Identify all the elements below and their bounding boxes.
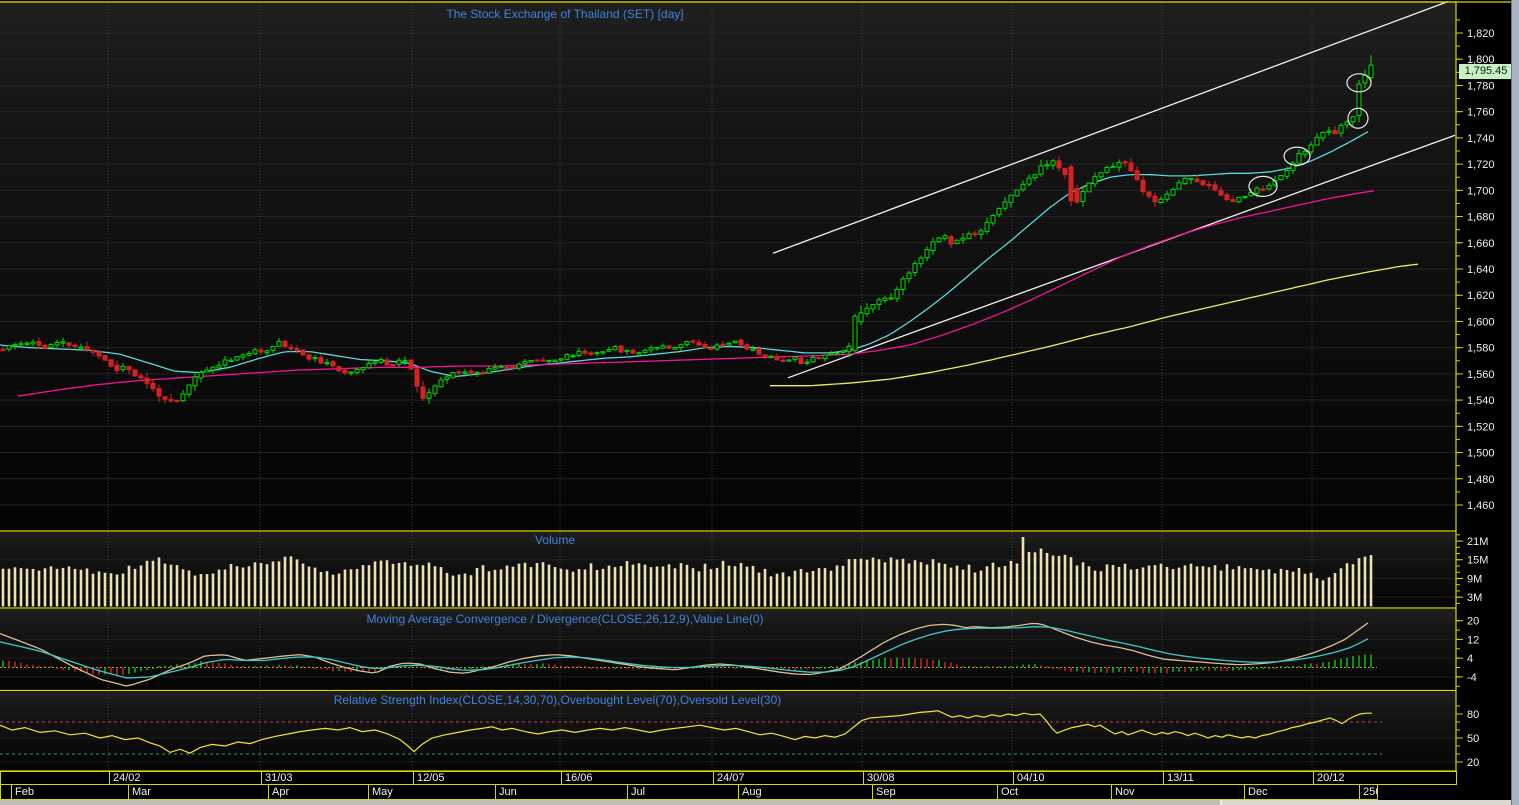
axis-tick-label: 1,660 (1467, 238, 1495, 250)
date-tick-cell: 31/03 (261, 772, 413, 784)
last-price-tag: 1,795.45 (1459, 64, 1513, 79)
axis-tick-label: 50 (1467, 733, 1479, 745)
axis-tick-label: 1,820 (1467, 28, 1495, 40)
month-cell: Oct (997, 785, 1111, 799)
date-axis-row: 24/02 31/03 12/05 16/06 24/07 30/08 04/10 13/11… (0, 771, 1457, 785)
horizontal-scrollbar[interactable] (0, 800, 1519, 805)
axis-tick-label: 1,720 (1467, 159, 1495, 171)
date-tick-cell: 04/10 (1013, 772, 1163, 784)
date-tick-cell: 30/08 (863, 772, 1013, 784)
axis-tick-label: 1,640 (1467, 264, 1495, 276)
date-tick-cell: 16/06 (561, 772, 713, 784)
month-cell: 2561 (1359, 785, 1378, 799)
month-cell: Jul (627, 785, 738, 799)
axis-tick-label: 80 (1467, 709, 1479, 721)
month-cell: Sep (872, 785, 997, 799)
stock-chart-window: 1,820 1,800 1,780 1,760 1,740 1,720 1,700 1,680… (0, 0, 1519, 805)
axis-tick-label: 1,520 (1467, 421, 1495, 433)
month-cell: Feb (11, 785, 128, 799)
axis-tick-label: 1,560 (1467, 369, 1495, 381)
month-cell: Apr (268, 785, 368, 799)
axis-tick-label: 1,580 (1467, 343, 1495, 355)
panel-backgrounds (0, 3, 1456, 771)
axis-tick-label: 1,700 (1467, 185, 1495, 197)
axis-tick-label: 9M (1467, 573, 1482, 585)
axis-tick-label: 20 (1467, 757, 1479, 769)
axis-tick-label: 4 (1467, 653, 1473, 665)
axis-tick-label: 1,500 (1467, 448, 1495, 460)
axis-tick-label: 1,460 (1467, 500, 1495, 512)
month-cell: Nov (1111, 785, 1244, 799)
axis-tick-label: 1,760 (1467, 107, 1495, 119)
axis-tick-label: 1,540 (1467, 395, 1495, 407)
horizontal-scrollbar-thumb[interactable] (0, 800, 1222, 805)
date-tick-cell: 12/05 (413, 772, 561, 784)
axis-tick-label: 20 (1467, 616, 1479, 628)
date-tick-cell: 24/07 (713, 772, 863, 784)
date-tick-cell: 20/12 (1313, 772, 1457, 784)
axis-tick-label: 21M (1467, 536, 1488, 548)
month-cell: Dec (1244, 785, 1359, 799)
axis-tick-label: -4 (1467, 672, 1477, 684)
axis-tick-label: 1,480 (1467, 474, 1495, 486)
axis-tick-label: 12 (1467, 634, 1479, 646)
month-cell: Jun (495, 785, 627, 799)
chart-canvas[interactable]: 1,8201,8001,7801,7601,7401,7201,7001,680… (0, 0, 1519, 805)
date-tick-cell: 13/11 (1163, 772, 1313, 784)
vertical-scrollbar[interactable] (1511, 0, 1519, 805)
month-axis-row: FebMarAprMayJunJulAugSepOctNovDec2561 (0, 784, 1378, 800)
axis-tick-label: 3M (1467, 592, 1482, 604)
month-cell: Aug (738, 785, 872, 799)
axis-tick-label: 1,600 (1467, 316, 1495, 328)
month-cell: May (368, 785, 495, 799)
right-price-axis: 1,8201,8001,7801,7601,7401,7201,7001,680… (1456, 19, 1495, 769)
axis-tick-label: 1,620 (1467, 290, 1495, 302)
date-tick-cell: 24/02 (109, 772, 261, 784)
month-cell: Mar (128, 785, 268, 799)
axis-tick-label: 1,780 (1467, 80, 1495, 92)
axis-tick-label: 1,680 (1467, 212, 1495, 224)
axis-tick-label: 15M (1467, 555, 1488, 567)
axis-tick-label: 1,740 (1467, 133, 1495, 145)
